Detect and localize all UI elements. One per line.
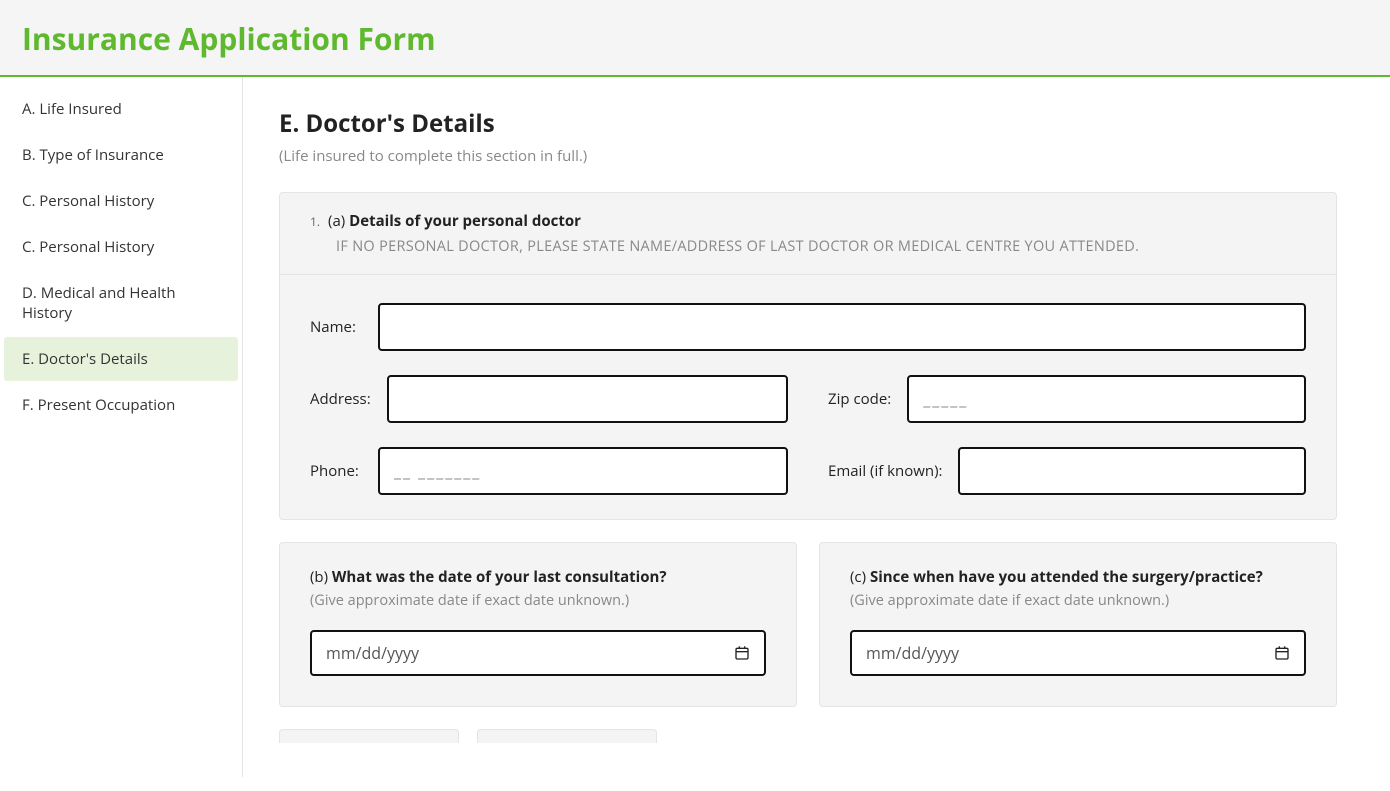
question-1a-label: (a) Details of your personal doctor	[328, 211, 581, 231]
section-subtitle: (Life insured to complete this section i…	[279, 146, 1337, 166]
sidebar-item-personal-history-1[interactable]: C. Personal History	[4, 179, 238, 223]
calendar-icon	[1274, 645, 1290, 661]
calendar-icon	[734, 645, 750, 661]
sidebar-item-life-insured[interactable]: A. Life Insured	[4, 87, 238, 131]
email-input[interactable]	[958, 447, 1306, 495]
panel-stub	[477, 729, 657, 743]
zip-label: Zip code:	[828, 389, 907, 409]
address-input[interactable]	[387, 375, 788, 423]
phone-input[interactable]	[378, 447, 788, 495]
panel-header: 1. (a) Details of your personal doctor I…	[280, 193, 1336, 275]
sidebar: A. Life Insured B. Type of Insurance C. …	[0, 77, 243, 777]
panel-last-consultation: (b) What was the date of your last consu…	[279, 542, 797, 707]
question-number: 1.	[310, 213, 328, 230]
since-when-date-input[interactable]: mm/dd/yyyy	[850, 630, 1306, 676]
question-1c-hint: (Give approximate date if exact date unk…	[850, 591, 1306, 610]
main-content: E. Doctor's Details (Life insured to com…	[243, 77, 1373, 777]
panel-stub	[279, 729, 459, 743]
name-input[interactable]	[378, 303, 1306, 351]
next-panels-peek	[279, 729, 1337, 743]
section-title: E. Doctor's Details	[279, 107, 1337, 140]
page-title: Insurance Application Form	[22, 18, 1368, 59]
sidebar-item-doctors-details[interactable]: E. Doctor's Details	[4, 337, 238, 381]
zip-input[interactable]	[907, 375, 1306, 423]
name-label: Name:	[310, 317, 378, 337]
last-consultation-date-input[interactable]: mm/dd/yyyy	[310, 630, 766, 676]
page-header: Insurance Application Form	[0, 0, 1390, 77]
sidebar-item-personal-history-2[interactable]: C. Personal History	[4, 225, 238, 269]
sidebar-item-medical-health-history[interactable]: D. Medical and Health History	[4, 271, 238, 335]
panel-since-when: (c) Since when have you attended the sur…	[819, 542, 1337, 707]
question-1c-label: (c) Since when have you attended the sur…	[850, 567, 1306, 587]
question-1a-hint: IF NO PERSONAL DOCTOR, PLEASE STATE NAME…	[336, 237, 1306, 256]
question-1b-hint: (Give approximate date if exact date unk…	[310, 591, 766, 610]
panel-body: Name: Address: Zip code:	[280, 275, 1336, 519]
sidebar-item-present-occupation[interactable]: F. Present Occupation	[4, 383, 238, 427]
panel-personal-doctor: 1. (a) Details of your personal doctor I…	[279, 192, 1337, 520]
address-label: Address:	[310, 389, 387, 409]
email-label: Email (if known):	[828, 461, 958, 481]
sidebar-item-type-of-insurance[interactable]: B. Type of Insurance	[4, 133, 238, 177]
question-1b-label: (b) What was the date of your last consu…	[310, 567, 766, 587]
phone-label: Phone:	[310, 461, 378, 481]
